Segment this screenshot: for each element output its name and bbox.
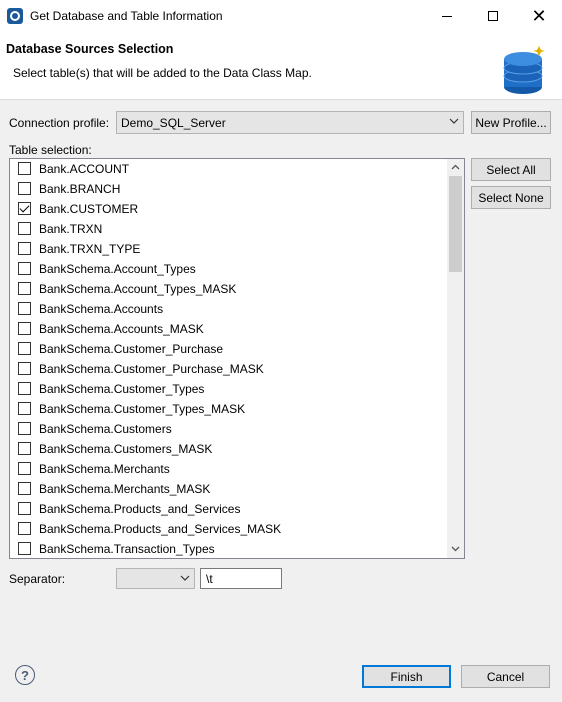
table-checkbox[interactable] — [18, 282, 31, 295]
table-row-label: Bank.ACCOUNT — [39, 162, 130, 176]
table-row-label: BankSchema.Customer_Purchase — [39, 342, 224, 356]
table-row-label: Bank.TRXN — [39, 222, 103, 236]
table-selection-label: Table selection: — [9, 143, 92, 157]
table-row-label: BankSchema.Products_and_Services — [39, 502, 241, 516]
finish-button[interactable]: Finish — [362, 665, 451, 688]
minimize-icon — [442, 15, 452, 17]
table-row-label: BankSchema.Accounts_MASK — [39, 322, 204, 336]
table-checkbox[interactable] — [18, 162, 31, 175]
maximize-icon — [488, 11, 498, 21]
table-row[interactable]: BankSchema.Accounts — [10, 299, 447, 319]
table-row[interactable]: BankSchema.Customer_Types_MASK — [10, 399, 447, 419]
table-row[interactable]: Bank.TRXN — [10, 219, 447, 239]
table-checkbox[interactable] — [18, 182, 31, 195]
table-checkbox[interactable] — [18, 322, 31, 335]
table-checkbox[interactable] — [18, 422, 31, 435]
page-title: Database Sources Selection — [6, 42, 174, 56]
table-row[interactable]: BankSchema.Products_and_Services — [10, 499, 447, 519]
close-icon: ✕ — [531, 5, 547, 26]
table-checkbox[interactable] — [18, 462, 31, 475]
table-checkbox[interactable] — [18, 502, 31, 515]
connection-profile-value: Demo_SQL_Server — [121, 116, 226, 130]
separator-select[interactable] — [116, 568, 195, 589]
page-subtitle: Select table(s) that will be added to th… — [13, 66, 312, 80]
chevron-down-icon — [449, 118, 459, 124]
close-button[interactable]: ✕ — [516, 0, 562, 32]
wizard-header: Database Sources Selection Select table(… — [0, 32, 562, 100]
table-checkbox[interactable] — [18, 402, 31, 415]
table-row-label: BankSchema.Accounts — [39, 302, 164, 316]
table-checkbox[interactable] — [18, 222, 31, 235]
table-checkbox[interactable] — [18, 242, 31, 255]
table-row[interactable]: BankSchema.Account_Types — [10, 259, 447, 279]
table-row-label: BankSchema.Merchants_MASK — [39, 482, 211, 496]
table-selection-list: Bank.ACCOUNT Bank.BRANCH Bank.CUSTOMER Bank… — [9, 158, 465, 559]
window-title: Get Database and Table Information — [30, 9, 223, 23]
table-checkbox[interactable] — [18, 342, 31, 355]
chevron-up-icon — [451, 164, 460, 170]
table-row[interactable]: Bank.BRANCH — [10, 179, 447, 199]
table-row[interactable]: Bank.CUSTOMER — [10, 199, 447, 219]
table-row[interactable]: BankSchema.Customer_Types — [10, 379, 447, 399]
table-row[interactable]: BankSchema.Accounts_MASK — [10, 319, 447, 339]
table-row-label: BankSchema.Customer_Types_MASK — [39, 402, 246, 416]
scroll-up-button[interactable] — [447, 159, 464, 176]
table-checkbox[interactable] — [18, 362, 31, 375]
cancel-button[interactable]: Cancel — [461, 665, 550, 688]
table-row-label: Bank.BRANCH — [39, 182, 121, 196]
table-row[interactable]: Bank.ACCOUNT — [10, 159, 447, 179]
table-row-label: BankSchema.Products_and_Services_MASK — [39, 522, 282, 536]
table-checkbox[interactable] — [18, 542, 31, 555]
table-row-label: BankSchema.Customers — [39, 422, 172, 436]
help-icon[interactable]: ? — [15, 665, 35, 685]
table-checkbox[interactable] — [18, 262, 31, 275]
connection-profile-label: Connection profile: — [9, 116, 110, 130]
app-icon — [7, 8, 23, 24]
table-checkbox[interactable] — [18, 302, 31, 315]
table-checkbox[interactable] — [18, 382, 31, 395]
title-bar: Get Database and Table Information ✕ — [0, 0, 562, 32]
vertical-scrollbar[interactable] — [447, 159, 464, 558]
table-row-label: BankSchema.Customers_MASK — [39, 442, 213, 456]
table-row[interactable]: BankSchema.Customer_Purchase_MASK — [10, 359, 447, 379]
separator-input[interactable]: \t — [200, 568, 282, 589]
table-row-label: Bank.CUSTOMER — [39, 202, 139, 216]
table-row[interactable]: BankSchema.Merchants — [10, 459, 447, 479]
table-row[interactable]: Bank.TRXN_TYPE — [10, 239, 447, 259]
new-profile-button[interactable]: New Profile... — [471, 111, 551, 134]
table-row[interactable]: BankSchema.Customers — [10, 419, 447, 439]
minimize-button[interactable] — [424, 0, 470, 32]
table-checkbox[interactable] — [18, 482, 31, 495]
table-row[interactable]: BankSchema.Account_Types_MASK — [10, 279, 447, 299]
chevron-down-icon — [180, 575, 190, 581]
select-none-button[interactable]: Select None — [471, 186, 551, 209]
table-row-label: BankSchema.Account_Types_MASK — [39, 282, 237, 296]
table-row[interactable]: BankSchema.Customer_Purchase — [10, 339, 447, 359]
table-row-label: BankSchema.Customer_Purchase_MASK — [39, 362, 264, 376]
table-row-label: BankSchema.Transaction_Types — [39, 542, 215, 556]
scroll-down-button[interactable] — [447, 541, 464, 558]
select-all-button[interactable]: Select All — [471, 158, 551, 181]
database-icon — [503, 46, 545, 94]
table-checkbox[interactable] — [18, 522, 31, 535]
table-row-label: Bank.TRXN_TYPE — [39, 242, 141, 256]
table-row[interactable]: BankSchema.Customers_MASK — [10, 439, 447, 459]
separator-label: Separator: — [9, 572, 66, 586]
table-row[interactable]: BankSchema.Merchants_MASK — [10, 479, 447, 499]
table-checkbox[interactable] — [18, 442, 31, 455]
chevron-down-icon — [451, 546, 460, 552]
connection-profile-select[interactable]: Demo_SQL_Server — [116, 111, 464, 134]
table-row[interactable]: BankSchema.Products_and_Services_MASK — [10, 519, 447, 539]
table-checkbox[interactable] — [18, 202, 31, 215]
scrollbar-thumb[interactable] — [449, 176, 462, 272]
table-row-label: BankSchema.Account_Types — [39, 262, 196, 276]
maximize-button[interactable] — [470, 0, 516, 32]
table-row-label: BankSchema.Customer_Types — [39, 382, 205, 396]
table-row-label: BankSchema.Merchants — [39, 462, 170, 476]
table-row[interactable]: BankSchema.Transaction_Types — [10, 539, 447, 558]
